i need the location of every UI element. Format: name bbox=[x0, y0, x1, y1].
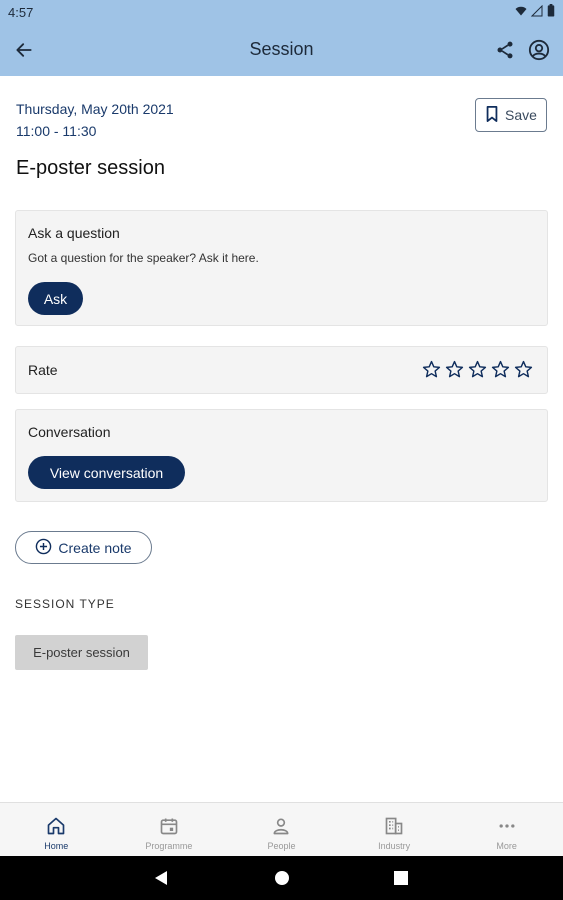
star-rating bbox=[421, 359, 533, 379]
save-button[interactable]: Save bbox=[475, 98, 547, 132]
account-icon[interactable] bbox=[525, 36, 553, 64]
star-icon[interactable] bbox=[490, 359, 510, 379]
session-type-chip[interactable]: E-poster session bbox=[15, 635, 148, 670]
nav-item-people[interactable]: People bbox=[225, 803, 338, 856]
ask-question-subtitle: Got a question for the speaker? Ask it h… bbox=[28, 251, 259, 265]
nav-label-programme: Programme bbox=[145, 841, 193, 851]
nav-item-home[interactable]: Home bbox=[0, 803, 113, 856]
star-icon[interactable] bbox=[444, 359, 464, 379]
create-note-button[interactable]: Create note bbox=[15, 531, 152, 564]
conversation-card: Conversation View conversation bbox=[15, 409, 548, 502]
nav-label-people: People bbox=[267, 841, 296, 851]
home-icon bbox=[45, 815, 67, 837]
more-icon bbox=[496, 815, 518, 837]
session-title: E-poster session bbox=[16, 157, 165, 179]
conversation-title: Conversation bbox=[28, 424, 111, 440]
app-bar: Session bbox=[0, 24, 563, 76]
status-icons bbox=[515, 4, 555, 20]
star-icon[interactable] bbox=[513, 359, 533, 379]
nav-label-industry: Industry bbox=[378, 841, 411, 851]
battery-icon bbox=[547, 4, 555, 20]
rate-label: Rate bbox=[28, 362, 58, 378]
status-time: 4:57 bbox=[8, 5, 34, 20]
session-date: Thursday, May 20th 2021 bbox=[16, 101, 174, 117]
system-recents-icon[interactable] bbox=[390, 867, 412, 889]
create-note-label: Create note bbox=[58, 539, 132, 556]
save-label: Save bbox=[505, 107, 537, 123]
ask-question-card: Ask a question Got a question for the sp… bbox=[15, 210, 548, 326]
session-time: 11:00 - 11:30 bbox=[16, 123, 97, 139]
view-conversation-button[interactable]: View conversation bbox=[28, 456, 185, 489]
system-home-icon[interactable] bbox=[271, 867, 293, 889]
ask-question-title: Ask a question bbox=[28, 225, 120, 241]
star-icon[interactable] bbox=[421, 359, 441, 379]
nav-label-home: Home bbox=[44, 841, 69, 851]
bottom-navigation: Home Programme People Industry More bbox=[0, 802, 563, 856]
system-back-icon[interactable] bbox=[150, 867, 172, 889]
add-circle-icon bbox=[35, 538, 52, 558]
star-icon[interactable] bbox=[467, 359, 487, 379]
calendar-icon bbox=[158, 815, 180, 837]
ask-button[interactable]: Ask bbox=[28, 282, 83, 315]
building-icon bbox=[383, 815, 405, 837]
system-navigation-bar bbox=[0, 856, 563, 900]
nav-label-more: More bbox=[496, 841, 517, 851]
wifi-icon bbox=[515, 5, 527, 20]
page-title: Session bbox=[249, 39, 314, 59]
signal-icon bbox=[530, 4, 543, 20]
share-icon[interactable] bbox=[491, 36, 519, 64]
nav-item-programme[interactable]: Programme bbox=[113, 803, 226, 856]
person-icon bbox=[270, 815, 292, 837]
status-bar: 4:57 bbox=[0, 0, 563, 24]
session-type-heading: SESSION TYPE bbox=[15, 597, 115, 611]
nav-item-more[interactable]: More bbox=[450, 803, 563, 856]
nav-item-industry[interactable]: Industry bbox=[338, 803, 451, 856]
rate-card: Rate bbox=[15, 346, 548, 394]
bookmark-icon bbox=[485, 105, 499, 125]
